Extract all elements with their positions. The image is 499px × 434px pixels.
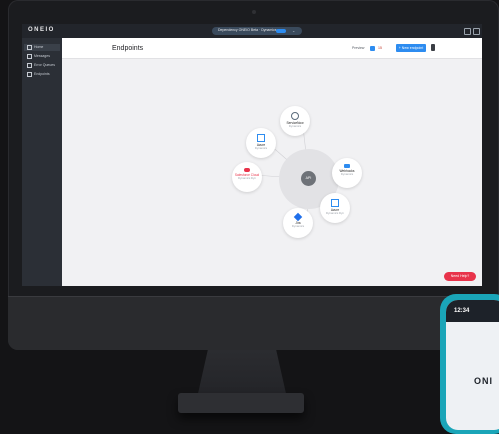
endpoint-node-subtitle: Dynamics Dyn bbox=[325, 211, 345, 215]
notifications-icon[interactable] bbox=[464, 28, 471, 35]
message-icon bbox=[27, 53, 32, 59]
user-icon[interactable] bbox=[473, 28, 480, 35]
endpoint-node-subtitle: Dynamics bbox=[254, 146, 268, 150]
sidebar-item-label: Endpoints bbox=[34, 72, 50, 76]
jira-icon bbox=[293, 212, 303, 222]
endpoint-node-azure-2[interactable]: Azure Dynamics Dyn bbox=[320, 193, 350, 223]
phone-time: 12:34 bbox=[454, 308, 470, 314]
connection-lines bbox=[254, 126, 356, 223]
endpoint-node-subtitle: Dynamics Dyn bbox=[237, 176, 257, 180]
dashboard-selector[interactable]: Dependency ONEIO Beta · Dynamics ⌄ bbox=[212, 27, 302, 35]
sidebar: Home Messages Error Queues Endpoints bbox=[22, 38, 62, 286]
sidebar-item-messages[interactable]: Messages bbox=[24, 53, 60, 60]
salesforce-icon bbox=[244, 168, 250, 172]
monitor-stand-base bbox=[178, 393, 304, 413]
sidebar-item-home[interactable]: Home bbox=[24, 44, 60, 51]
azure-icon bbox=[257, 134, 265, 142]
endpoint-node-subtitle: Dynamics bbox=[288, 124, 302, 128]
endpoint-node-servicenow[interactable]: ServiceNow Dynamics bbox=[280, 106, 310, 136]
endpoint-node-jira[interactable]: Jira Dynamics bbox=[283, 208, 313, 238]
sidebar-item-label: Messages bbox=[34, 54, 50, 58]
dashboard-title: Dependency ONEIO Beta · Dynamics bbox=[218, 28, 277, 32]
monitor-camera bbox=[252, 10, 256, 14]
endpoint-node-azure-1[interactable]: Azure Dynamics bbox=[246, 128, 276, 158]
sidebar-item-error-queues[interactable]: Error Queues bbox=[24, 62, 60, 69]
need-help-button[interactable]: Need Help? bbox=[444, 272, 476, 281]
error-icon bbox=[27, 62, 32, 68]
servicenow-icon bbox=[291, 112, 299, 120]
main-content: Endpoints Preview 15 + New endpoint API … bbox=[62, 38, 482, 286]
monitor-stand-neck bbox=[197, 350, 287, 398]
endpoint-node-webhooks[interactable]: Webhooks Dynamics bbox=[332, 158, 362, 188]
top-bar: ONEIO Dependency ONEIO Beta · Dynamics ⌄ bbox=[22, 24, 482, 38]
endpoints-icon bbox=[27, 71, 32, 77]
phone-logo: ONI bbox=[474, 376, 494, 386]
monitor-chin bbox=[8, 296, 499, 350]
endpoint-node-subtitle: Dynamics bbox=[291, 224, 305, 228]
sidebar-item-label: Home bbox=[34, 45, 44, 49]
chevron-down-icon: ⌄ bbox=[292, 28, 296, 33]
hub-node[interactable]: API bbox=[301, 171, 316, 186]
home-icon bbox=[27, 44, 32, 50]
endpoint-node-subtitle: Dynamics bbox=[340, 172, 354, 176]
app-screen: ONEIO Dependency ONEIO Beta · Dynamics ⌄… bbox=[22, 24, 482, 286]
endpoint-node-salesforce[interactable]: Salesforce Cloud Dynamics Dyn bbox=[232, 162, 262, 192]
sidebar-item-label: Error Queues bbox=[34, 63, 56, 67]
webhook-icon bbox=[344, 164, 350, 168]
azure-icon bbox=[331, 199, 339, 207]
oneio-logo: ONEIO bbox=[28, 27, 55, 33]
dashboard-badge bbox=[276, 29, 286, 33]
sidebar-item-endpoints[interactable]: Endpoints bbox=[24, 71, 60, 78]
